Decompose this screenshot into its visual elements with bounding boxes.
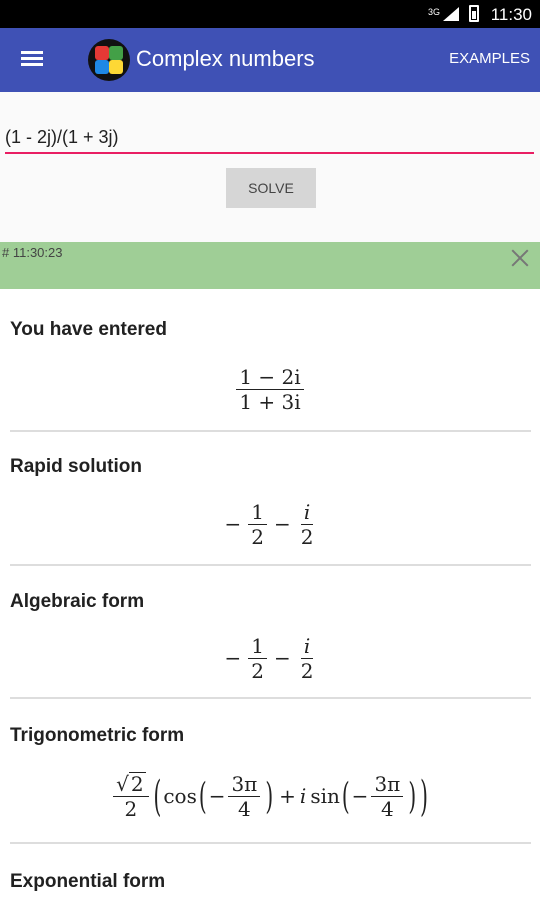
app-bar: Complex numbers EXAMPLES <box>0 28 540 92</box>
result-timestamp: # 11:30:23 <box>2 245 63 260</box>
entered-numerator: 1 − 2i <box>236 365 304 390</box>
app-logo <box>88 39 130 81</box>
logo-tile-green <box>109 46 123 60</box>
algebraic-fraction-1: 1 2 <box>248 634 267 683</box>
algebraic-operator: − <box>274 646 291 670</box>
sin-minus: − <box>351 784 369 808</box>
rapid-frac2-num: i <box>300 500 314 525</box>
signal-icon <box>443 7 459 21</box>
rapid-fraction-2: i 2 <box>298 500 317 549</box>
app-title: Complex numbers <box>136 46 315 71</box>
divider <box>10 564 531 566</box>
result-banner: # 11:30:23 <box>0 242 540 289</box>
sin-open-paren: ( <box>341 774 350 818</box>
rapid-title: Rapid solution <box>10 456 142 477</box>
input-panel: SOLVE <box>0 92 540 242</box>
rapid-frac2-den: 2 <box>300 524 314 549</box>
rapid-fraction-1: 1 2 <box>248 500 267 549</box>
cos-angle-num: 3π <box>228 772 261 797</box>
logo-tile-blue <box>95 60 109 74</box>
entered-fraction: 1 − 2i 1 + 3i <box>236 365 304 414</box>
cos-minus: − <box>208 784 226 808</box>
cos-angle: 3π 4 <box>228 772 261 821</box>
algebraic-frac2-den: 2 <box>300 658 314 683</box>
imaginary-unit: i <box>299 784 307 808</box>
sqrt-radicand: 2 <box>128 771 146 796</box>
exponential-title: Exponential form <box>10 871 166 892</box>
trig-plus: + <box>279 784 296 808</box>
trigonometric-formula: √ 2 2 ( cos ( − 3π 4 ) + i sin ( − 3π 4 )… <box>0 761 540 831</box>
rapid-frac1-num: 1 <box>248 500 267 525</box>
algebraic-frac1-num: 1 <box>248 634 267 659</box>
sin-angle-den: 4 <box>381 796 394 821</box>
status-bar: 3G 11:30 <box>0 0 540 28</box>
results-panel: You have entered 1 − 2i 1 + 3i Rapid sol… <box>0 289 540 900</box>
close-icon[interactable] <box>510 248 530 268</box>
algebraic-fraction-2: i 2 <box>298 634 317 683</box>
cos-function: cos <box>163 784 197 808</box>
status-time: 11:30 <box>490 5 532 24</box>
sin-angle: 3π 4 <box>371 772 404 821</box>
entered-title: You have entered <box>10 319 167 340</box>
algebraic-formula: − 1 2 − i 2 <box>0 630 540 686</box>
solve-button[interactable]: SOLVE <box>226 168 316 208</box>
rapid-frac1-den: 2 <box>251 524 264 549</box>
network-type: 3G <box>427 7 440 17</box>
cos-close-paren: ) <box>265 774 274 818</box>
trig-coefficient: √ 2 2 <box>113 771 149 821</box>
trig-coef-den: 2 <box>124 796 138 821</box>
rapid-formula: − 1 2 − i 2 <box>0 496 540 552</box>
divider <box>10 697 531 699</box>
sin-function: sin <box>310 784 340 808</box>
battery-icon <box>469 5 479 22</box>
logo-tile-red <box>95 46 109 60</box>
algebraic-title: Algebraic form <box>10 591 145 612</box>
cos-angle-den: 4 <box>238 796 251 821</box>
trigonometric-title: Trigonometric form <box>10 725 185 746</box>
rapid-operator: − <box>274 512 291 536</box>
examples-button[interactable]: EXAMPLES <box>449 50 530 67</box>
hamburger-menu-icon[interactable] <box>21 51 43 67</box>
algebraic-frac2-num: i <box>300 634 314 659</box>
sin-angle-num: 3π <box>371 772 404 797</box>
rapid-sign: − <box>224 512 242 536</box>
entered-denominator: 1 + 3i <box>239 389 301 414</box>
expression-input[interactable] <box>5 122 534 154</box>
divider <box>10 842 531 844</box>
divider <box>10 430 531 432</box>
entered-formula: 1 − 2i 1 + 3i <box>0 361 540 417</box>
outer-close-paren: ) <box>420 770 428 822</box>
cos-open-paren: ( <box>198 774 207 818</box>
logo-tile-yellow <box>109 60 123 74</box>
sin-close-paren: ) <box>408 774 417 818</box>
algebraic-sign: − <box>224 646 242 670</box>
outer-open-paren: ( <box>153 770 162 822</box>
trig-coef-num: √ 2 <box>113 771 149 797</box>
algebraic-frac1-den: 2 <box>251 658 264 683</box>
